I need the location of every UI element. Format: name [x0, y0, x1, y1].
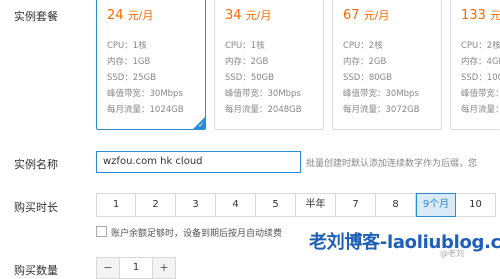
- plan-ssd: SSD：80GB: [343, 73, 393, 83]
- duration-option-9-months[interactable]: 9个月: [416, 193, 456, 217]
- plan-ssd: SSD：50GB: [225, 73, 275, 83]
- plan-price: 34 元/月: [225, 8, 272, 23]
- plan-traffic: 每月流量：3072GB: [343, 105, 420, 115]
- instance-name-label: 实例名称: [14, 158, 58, 171]
- plan-ram: 内存：2GB: [225, 57, 269, 67]
- plan-ram: 内存：4GB: [461, 57, 500, 67]
- plan-price: 67 元/月: [343, 8, 390, 23]
- plan-cpu: CPU：2核: [343, 41, 383, 51]
- instance-name-input[interactable]: wzfou.com hk cloud: [96, 151, 301, 173]
- plan-traffic: 每月流量：1024GB: [107, 105, 184, 115]
- plan-price: 133 元/月: [461, 8, 500, 23]
- plan-card-34[interactable]: 34 元/月 CPU：1核 内存：2GB SSD：50GB 峰值带宽：30Mbp…: [214, 0, 324, 130]
- plan-ssd: SSD：100GB: [461, 73, 500, 83]
- auto-renew-label: 账户余额足够时，设备到期后按月自动续费: [111, 229, 283, 239]
- quantity-input[interactable]: 1: [120, 257, 152, 279]
- plan-price: 24 元/月: [107, 8, 154, 23]
- plan-bandwidth: 峰值带宽：30Mbps: [107, 89, 183, 99]
- duration-option-4[interactable]: 4: [216, 193, 256, 217]
- quantity-label: 购买数量: [14, 264, 58, 277]
- plan-bandwidth: 峰值带宽：30Mbps: [343, 89, 419, 99]
- plan-card-67[interactable]: 67 元/月 CPU：2核 内存：2GB SSD：80GB 峰值带宽：30Mbp…: [332, 0, 442, 130]
- plan-ssd: SSD：25GB: [107, 73, 157, 83]
- auto-renew-option[interactable]: 账户余额足够时，设备到期后按月自动续费: [96, 226, 282, 239]
- duration-option-8[interactable]: 8: [376, 193, 416, 217]
- plan-label: 实例套餐: [14, 10, 58, 23]
- plan-bandwidth: 峰值带宽：30Mbps: [461, 89, 500, 99]
- duration-option-half-year[interactable]: 半年: [296, 193, 336, 217]
- plan-bandwidth: 峰值带宽：30Mbps: [225, 89, 301, 99]
- plan-ram: 内存：2GB: [343, 57, 387, 67]
- plan-cpu: CPU：1核: [107, 41, 147, 51]
- duration-option-1[interactable]: 1: [96, 193, 136, 217]
- watermark: 老刘博客-laoliublog.cn: [309, 232, 500, 253]
- plan-card-133[interactable]: 133 元/月 CPU：2核 内存：4GB SSD：100GB 峰值带宽：30M…: [450, 0, 500, 130]
- quantity-minus-button[interactable]: −: [96, 257, 120, 279]
- plan-card-24[interactable]: 24 元/月 CPU：1核 内存：1GB SSD：25GB 峰值带宽：30Mbp…: [96, 0, 206, 130]
- duration-option-3[interactable]: 3: [176, 193, 216, 217]
- watermark-sub: @老刘: [440, 249, 464, 258]
- plan-ram: 内存：1GB: [107, 57, 151, 67]
- quantity-stepper: − 1 +: [96, 257, 176, 279]
- instance-name-help: 批量创建时默认添加连续数字作为后缀，您: [306, 159, 478, 169]
- duration-option-2[interactable]: 2: [136, 193, 176, 217]
- plan-traffic: 每月流量：2048GB: [225, 105, 302, 115]
- duration-option-10[interactable]: 10: [456, 193, 496, 217]
- duration-option-5[interactable]: 5: [256, 193, 296, 217]
- quantity-plus-button[interactable]: +: [152, 257, 176, 279]
- auto-renew-checkbox[interactable]: [96, 226, 107, 237]
- plan-traffic: 每月流量：4096GB: [461, 105, 500, 115]
- duration-option-7[interactable]: 7: [336, 193, 376, 217]
- plan-cpu: CPU：2核: [461, 41, 500, 51]
- check-icon: ✓: [198, 121, 204, 129]
- duration-selector: 1 2 3 4 5 半年 7 8 9个月 10: [96, 193, 496, 217]
- plan-cpu: CPU：1核: [225, 41, 265, 51]
- duration-label: 购买时长: [14, 201, 58, 214]
